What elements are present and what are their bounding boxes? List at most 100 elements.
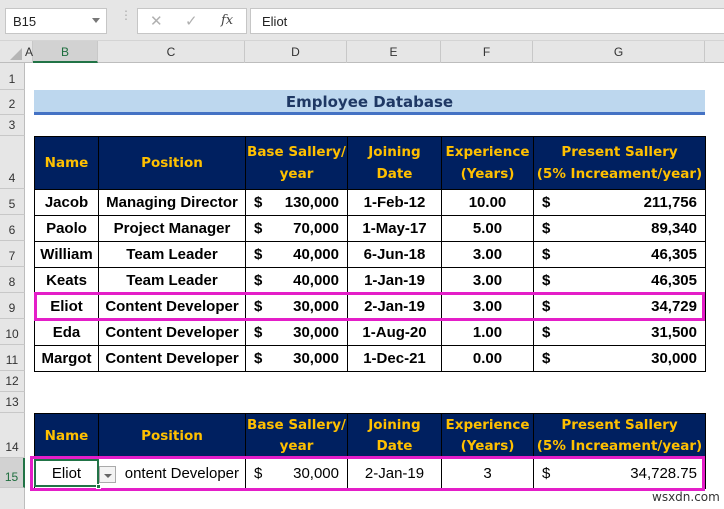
experience-cell[interactable]: 3.00: [441, 241, 534, 268]
lookup-joining-date-cell[interactable]: 2-Jan-19: [347, 458, 442, 489]
cancel-icon[interactable]: ✕: [150, 12, 163, 30]
joining-date-cell[interactable]: 1-Dec-21: [347, 345, 442, 372]
drag-handle-icon[interactable]: ⋮: [120, 9, 132, 30]
column-header-e[interactable]: E: [347, 41, 441, 63]
select-all-button[interactable]: [0, 41, 25, 63]
name-cell[interactable]: William: [34, 241, 99, 268]
base-salary-cell[interactable]: $30,000: [245, 293, 348, 320]
present-salary-cell[interactable]: $46,305: [533, 241, 706, 268]
row-header-13[interactable]: 13: [0, 392, 25, 413]
lookup-header-present-salary[interactable]: Present Sallery (5% Increament/year): [533, 413, 706, 459]
name-cell[interactable]: Margot: [34, 345, 99, 372]
row-header-14[interactable]: 14: [0, 413, 25, 458]
lookup-header-experience[interactable]: Experience (Years): [441, 413, 534, 459]
row-header-15[interactable]: 15: [0, 458, 25, 488]
position-cell[interactable]: Project Manager: [98, 215, 246, 242]
currency-symbol: $: [542, 350, 551, 367]
header-base-salary[interactable]: Base Sallery/year: [245, 136, 348, 190]
name-cell[interactable]: Paolo: [34, 215, 99, 242]
currency-symbol: $: [254, 465, 263, 482]
select-all-icon: [10, 48, 22, 60]
header-experience[interactable]: Experience (Years): [441, 136, 534, 190]
column-headers: A B C D E F G: [0, 41, 724, 63]
base-salary-cell[interactable]: $70,000: [245, 215, 348, 242]
present-salary-cell[interactable]: $211,756: [533, 189, 706, 216]
lookup-experience-cell[interactable]: 3: [441, 458, 534, 489]
name-box[interactable]: B15: [5, 8, 107, 34]
present-salary-cell[interactable]: $31,500: [533, 319, 706, 346]
joining-date-cell[interactable]: 1-Jan-19: [347, 267, 442, 294]
insert-function-icon[interactable]: fx: [221, 13, 233, 28]
present-salary-cell[interactable]: $30,000: [533, 345, 706, 372]
currency-symbol: $: [542, 220, 551, 237]
name-cell[interactable]: Keats: [34, 267, 99, 294]
row-header-4[interactable]: 4: [0, 136, 25, 189]
column-header-a[interactable]: A: [25, 41, 33, 63]
lookup-header-position[interactable]: Position: [98, 413, 246, 459]
row-header-7[interactable]: 7: [0, 241, 25, 267]
position-cell[interactable]: Content Developer: [98, 293, 246, 320]
column-header-d[interactable]: D: [245, 41, 347, 63]
header-name[interactable]: Name: [34, 136, 99, 190]
column-header-f[interactable]: F: [441, 41, 533, 63]
row-header-12[interactable]: 12: [0, 371, 25, 392]
present-salary-cell[interactable]: $46,305: [533, 267, 706, 294]
position-cell[interactable]: Managing Director: [98, 189, 246, 216]
experience-cell[interactable]: 1.00: [441, 319, 534, 346]
lookup-header-row: Name Position Base Sallery/year Joining …: [34, 413, 706, 459]
position-cell[interactable]: Content Developer: [98, 345, 246, 372]
row-header-3[interactable]: 3: [0, 115, 25, 136]
base-salary-cell[interactable]: $30,000: [245, 345, 348, 372]
row-header-11[interactable]: 11: [0, 345, 25, 371]
enter-check-icon[interactable]: ✓: [185, 12, 198, 30]
joining-date-cell[interactable]: 1-Feb-12: [347, 189, 442, 216]
experience-cell[interactable]: 3.00: [441, 293, 534, 320]
base-salary-cell[interactable]: $130,000: [245, 189, 348, 216]
position-cell[interactable]: Team Leader: [98, 241, 246, 268]
base-salary-cell[interactable]: $40,000: [245, 241, 348, 268]
header-position[interactable]: Position: [98, 136, 246, 190]
experience-cell[interactable]: 10.00: [441, 189, 534, 216]
lookup-position-cell[interactable]: ontent Developer: [98, 458, 246, 489]
header-joining-date[interactable]: Joining Date: [347, 136, 442, 190]
lookup-base-salary-cell[interactable]: $30,000: [245, 458, 348, 489]
lookup-header-joining-date[interactable]: Joining Date: [347, 413, 442, 459]
row-header-5[interactable]: 5: [0, 189, 25, 215]
name-cell[interactable]: Eliot: [34, 293, 99, 320]
row-header-9[interactable]: 9: [0, 293, 25, 319]
row-header-1[interactable]: 1: [0, 63, 25, 90]
position-cell[interactable]: Team Leader: [98, 267, 246, 294]
column-header-b[interactable]: B: [33, 41, 98, 63]
joining-date-cell[interactable]: 1-May-17: [347, 215, 442, 242]
lookup-header-name[interactable]: Name: [34, 413, 99, 459]
base-salary-cell[interactable]: $40,000: [245, 267, 348, 294]
data-validation-dropdown-button[interactable]: [99, 466, 116, 483]
name-cell[interactable]: Eda: [34, 319, 99, 346]
lookup-present-salary-cell[interactable]: $34,728.75: [533, 458, 706, 489]
joining-date-cell[interactable]: 1-Aug-20: [347, 319, 442, 346]
column-header-c[interactable]: C: [98, 41, 245, 63]
joining-date-cell[interactable]: 6-Jun-18: [347, 241, 442, 268]
joining-date-cell[interactable]: 2-Jan-19: [347, 293, 442, 320]
chevron-down-icon[interactable]: [92, 18, 100, 23]
experience-cell[interactable]: 5.00: [441, 215, 534, 242]
row-header-8[interactable]: 8: [0, 267, 25, 293]
row-header-10[interactable]: 10: [0, 319, 25, 345]
fill-handle[interactable]: [96, 484, 101, 489]
row-header-6[interactable]: 6: [0, 215, 25, 241]
experience-cell[interactable]: 3.00: [441, 267, 534, 294]
lookup-name-cell[interactable]: Eliot: [34, 458, 99, 489]
header-present-salary[interactable]: Present Sallery (5% Increament/year): [533, 136, 706, 190]
position-cell[interactable]: Content Developer: [98, 319, 246, 346]
name-cell[interactable]: Jacob: [34, 189, 99, 216]
experience-cell[interactable]: 0.00: [441, 345, 534, 372]
formula-input[interactable]: Eliot: [250, 8, 724, 34]
base-salary-cell[interactable]: $30,000: [245, 319, 348, 346]
lookup-header-base-salary[interactable]: Base Sallery/year: [245, 413, 348, 459]
name-box-value: B15: [13, 14, 37, 29]
present-salary-cell[interactable]: $34,729: [533, 293, 706, 320]
present-salary-cell[interactable]: $89,340: [533, 215, 706, 242]
row-header-2[interactable]: 2: [0, 90, 25, 115]
table-row: William Team Leader $40,000 6-Jun-18 3.00 $46…: [34, 241, 706, 268]
column-header-g[interactable]: G: [533, 41, 705, 63]
